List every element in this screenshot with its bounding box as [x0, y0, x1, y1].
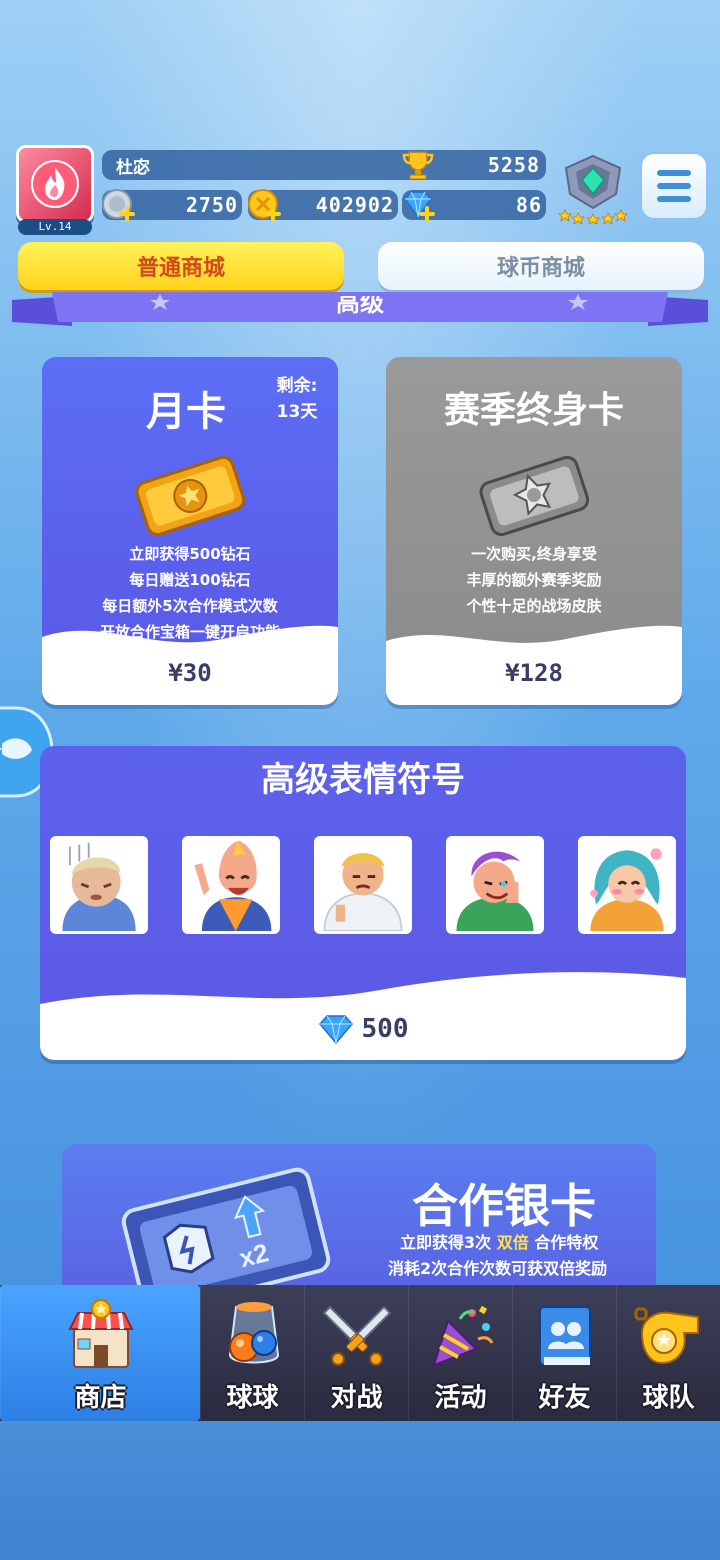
- silver-desc-line: 立即获得3次 双倍 合作特权: [388, 1230, 607, 1256]
- emoji-pack-card[interactable]: 高级表情符号 500: [40, 746, 686, 1060]
- month-card-title: 月卡: [146, 389, 226, 435]
- menu-line: [657, 196, 691, 202]
- silver-desc-text: 立即获得3次: [400, 1233, 492, 1252]
- diamond-icon: [318, 1015, 353, 1044]
- month-desc-line: 每日赠送100钻石: [129, 571, 251, 589]
- nav-shop-label: 商店: [74, 1383, 127, 1413]
- thumbs-down-face-icon: [314, 836, 412, 934]
- menu-line: [657, 170, 691, 176]
- waving-face-icon: [182, 836, 280, 934]
- shy-face-icon: [578, 836, 676, 934]
- player-name-bar: 杜宓 5258: [102, 150, 546, 180]
- coop-silver-card[interactable]: x2 合作银卡 立即获得3次 双倍 合作特权 消耗2次合作次数可获双倍奖励 每日…: [62, 1144, 656, 1294]
- month-card-price[interactable]: ¥30: [42, 659, 338, 687]
- season-desc-line: 个性十足的战场皮肤: [466, 597, 602, 615]
- bottom-nav: 商店 球球 对战 活动 好友 球队: [0, 1285, 720, 1421]
- bottom-background: [0, 1421, 720, 1560]
- remaining-days: 剩余: 13天: [264, 373, 330, 425]
- diamond-count: 86: [515, 193, 542, 217]
- flame-icon: [31, 160, 79, 208]
- season-desc-line: 丰厚的额外赛季奖励: [466, 571, 602, 589]
- nav-events-label: 活动: [434, 1383, 487, 1413]
- season-card-price[interactable]: ¥128: [386, 659, 682, 687]
- nav-friends-label: 好友: [538, 1383, 591, 1413]
- tab-normal-shop[interactable]: 普通商城: [18, 242, 344, 290]
- menu-button[interactable]: [640, 152, 708, 220]
- shop-icon: [67, 1299, 134, 1368]
- remaining-label: 剩余:: [276, 376, 318, 396]
- sad-face-icon: [50, 836, 148, 934]
- player-name: 杜宓: [116, 157, 150, 178]
- player-avatar[interactable]: [16, 145, 94, 223]
- nav-balls[interactable]: 球球: [200, 1285, 304, 1421]
- menu-line: [657, 183, 691, 189]
- diamond-bar[interactable]: 86: [402, 190, 546, 222]
- silver-coin-count: 2750: [185, 193, 238, 217]
- nav-team[interactable]: 球队: [616, 1285, 720, 1421]
- diamond-plus-icon: [404, 191, 435, 222]
- balls-icon: [228, 1302, 279, 1364]
- card-wave: [40, 972, 686, 1060]
- silver-ticket-icon: [479, 455, 590, 536]
- emoji-row: [50, 836, 676, 934]
- gold-ticket-icon: [135, 455, 246, 536]
- emoji-pack-price[interactable]: 500: [40, 1014, 686, 1044]
- nav-battle-label: 对战: [330, 1383, 383, 1413]
- whistle-icon: [634, 1307, 699, 1365]
- emoji-pack-price-value: 500: [361, 1014, 409, 1044]
- crossed-swords-icon: [322, 1305, 391, 1366]
- silver-card-title: 合作银卡: [412, 1179, 596, 1233]
- nav-team-label: 球队: [642, 1383, 695, 1413]
- trophy-count: 5258: [487, 153, 540, 177]
- silver-coin-bar[interactable]: 2750: [102, 189, 242, 222]
- nav-friends[interactable]: 好友: [512, 1285, 616, 1421]
- gold-coin-plus-icon: [248, 189, 281, 222]
- season-card-desc: 一次购买,终身享受 丰厚的额外赛季奖励 个性十足的战场皮肤: [386, 541, 682, 619]
- nav-shop[interactable]: 商店: [0, 1285, 200, 1421]
- season-card[interactable]: 赛季终身卡 一次购买,终身享受 丰厚的额外赛季奖励 个性十足的战场皮肤 ¥128: [386, 357, 682, 705]
- emoji-pack-title: 高级表情符号: [261, 760, 465, 800]
- rank-badge-icon[interactable]: [556, 150, 630, 224]
- month-desc-line: 立即获得500钻石: [129, 545, 251, 563]
- nav-balls-label: 球球: [226, 1383, 279, 1413]
- gold-coin-bar[interactable]: 402902: [248, 189, 398, 222]
- month-card[interactable]: 月卡 剩余: 13天 立即获得500钻石 每日赠送100钻石 每日额外5次合作模…: [42, 357, 338, 705]
- season-card-title: 赛季终身卡: [443, 390, 624, 431]
- silver-desc-line: 消耗2次合作次数可获双倍奖励: [388, 1259, 608, 1278]
- nav-battle[interactable]: 对战: [304, 1285, 408, 1421]
- friends-book-icon: [538, 1306, 591, 1366]
- tab-coin-shop[interactable]: 球币商城: [378, 242, 704, 290]
- silver-desc-text: 合作特权: [534, 1233, 599, 1252]
- silver-desc-highlight: 双倍: [496, 1233, 529, 1252]
- remaining-value: 13天: [276, 402, 318, 422]
- nav-events[interactable]: 活动: [408, 1285, 512, 1421]
- silver-double-ticket-icon: x2: [121, 1167, 331, 1294]
- month-desc-line: 每日额外5次合作模式次数: [102, 597, 278, 615]
- level-badge: Lv.14: [18, 219, 92, 235]
- thumbs-up-face-icon: [446, 836, 544, 934]
- gold-coin-count: 402902: [315, 193, 394, 217]
- trophy-icon: [402, 151, 434, 180]
- party-popper-icon: [431, 1305, 493, 1367]
- silver-coin-plus-icon: [102, 189, 135, 222]
- season-desc-line: 一次购买,终身享受: [471, 545, 597, 563]
